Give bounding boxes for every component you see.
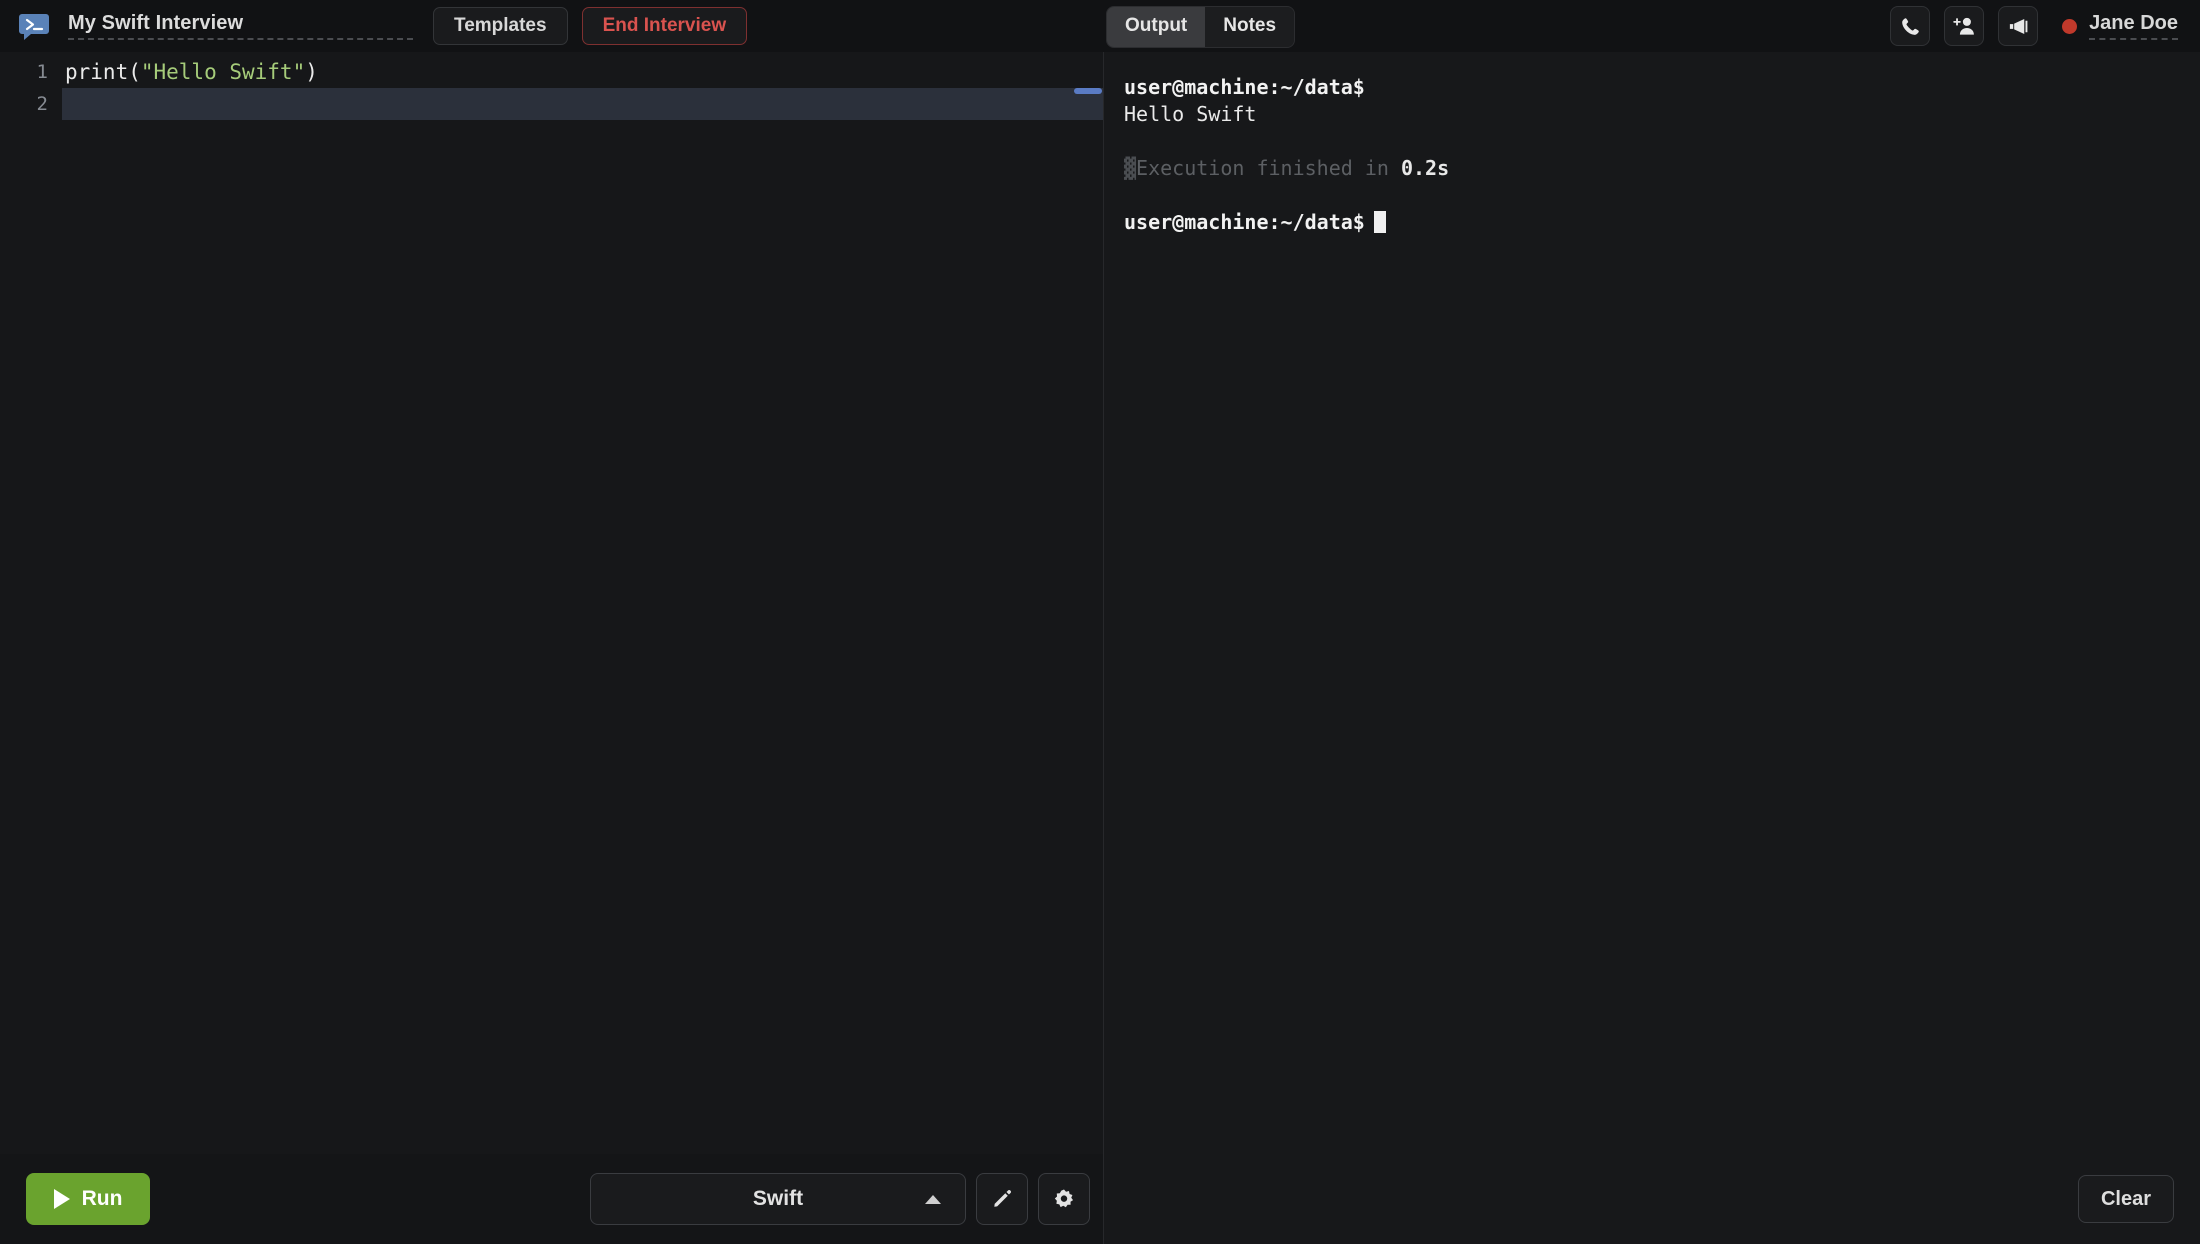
code-editor[interactable]: 1 print("Hello Swift") 2 — [0, 52, 1103, 1154]
main-body: 1 print("Hello Swift") 2 Run Swift user… — [0, 52, 2200, 1244]
line-content[interactable] — [62, 88, 1103, 120]
line-number: 2 — [36, 93, 48, 115]
output-pane: user@machine:~/data$ Hello Swift ▓Execut… — [1104, 52, 2200, 1244]
status-badge — [2062, 18, 2078, 34]
gear-icon — [1054, 1189, 1074, 1208]
terminal-bubble-icon[interactable] — [18, 12, 50, 40]
header-actions: Jane Doe — [1890, 6, 2182, 46]
tab-notes[interactable]: Notes — [1205, 7, 1295, 47]
clear-button[interactable]: Clear — [2077, 1175, 2174, 1223]
editor-footer-center: Swift — [590, 1173, 1090, 1225]
settings-button[interactable] — [1038, 1173, 1090, 1225]
terminal-status-text: Execution finished in — [1136, 156, 1401, 180]
chevron-up-icon — [925, 1194, 941, 1204]
code-line[interactable]: 2 — [0, 88, 1103, 120]
user-name: Jane Doe — [2089, 12, 2178, 40]
code-line[interactable]: 1 print("Hello Swift") — [0, 56, 1103, 88]
editor-footer-toolbar: Run Swift — [0, 1154, 1103, 1244]
code-token: ) — [305, 60, 318, 84]
spinner-glyph-icon: ▓ — [1124, 156, 1137, 180]
code-editor-pane: 1 print("Hello Swift") 2 Run Swift — [0, 52, 1104, 1244]
megaphone-icon[interactable] — [1998, 6, 2039, 46]
add-person-icon[interactable] — [1944, 6, 1985, 46]
terminal-line: user@machine:~/data$ — [1124, 209, 2200, 236]
terminal-output[interactable]: user@machine:~/data$ Hello Swift ▓Execut… — [1104, 52, 2200, 1154]
session-title[interactable]: My Swift Interview — [68, 12, 413, 40]
run-button-label: Run — [81, 1187, 123, 1210]
code-token: print( — [65, 60, 141, 84]
run-button[interactable]: Run — [26, 1173, 150, 1225]
user-chip[interactable]: Jane Doe — [2062, 12, 2178, 40]
app-root: My Swift Interview Templates End Intervi… — [0, 0, 2200, 1244]
tab-output[interactable]: Output — [1107, 7, 1206, 47]
terminal-cursor — [1373, 211, 1386, 233]
code-token-string: "Hello Swift" — [140, 60, 306, 84]
output-notes-tabs: Output Notes — [1106, 6, 1296, 48]
play-icon — [53, 1189, 70, 1209]
line-content[interactable]: print("Hello Swift") — [62, 56, 1103, 88]
templates-button[interactable]: Templates — [433, 7, 568, 45]
pencil-icon — [994, 1189, 1012, 1207]
terminal-line: Hello Swift — [1124, 102, 1257, 126]
output-footer-toolbar: Clear — [1104, 1154, 2200, 1244]
line-number: 1 — [36, 61, 48, 83]
phone-icon[interactable] — [1890, 6, 1931, 46]
terminal-line: user@machine:~/data$ — [1124, 75, 1365, 99]
terminal-prompt: user@machine:~/data$ — [1124, 210, 1365, 234]
terminal-spacer — [1124, 182, 2200, 209]
language-select-label: Swift — [752, 1187, 804, 1210]
terminal-status-value: 0.2s — [1400, 156, 1450, 180]
terminal-spacer — [1124, 128, 2200, 155]
terminal-status-line: ▓Execution finished in 0.2s — [1124, 155, 2200, 182]
end-interview-button[interactable]: End Interview — [581, 7, 748, 45]
top-header-bar: My Swift Interview Templates End Intervi… — [0, 0, 2200, 52]
horizontal-scrollbar[interactable] — [1074, 88, 1102, 94]
edit-code-button[interactable] — [976, 1173, 1028, 1225]
language-select[interactable]: Swift — [590, 1173, 966, 1225]
